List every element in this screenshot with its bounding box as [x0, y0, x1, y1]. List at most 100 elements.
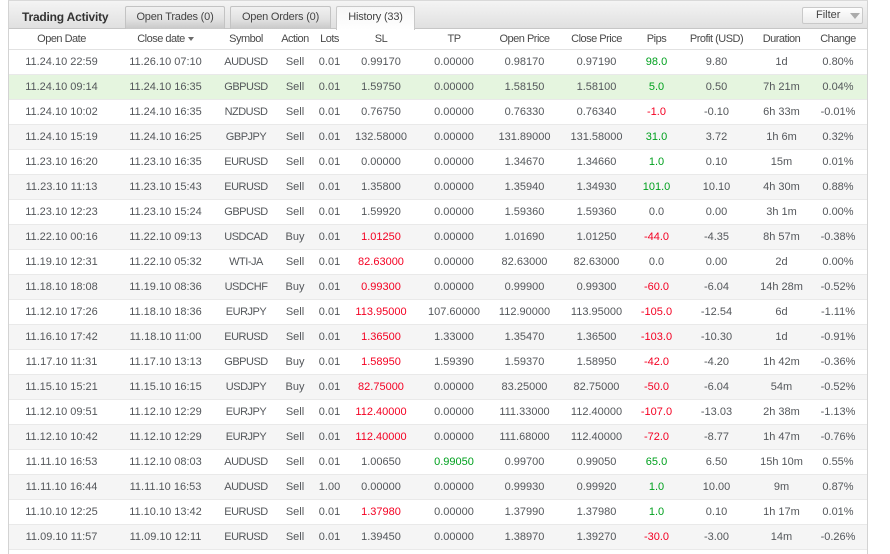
cell-symbol: NZDUSD — [217, 100, 275, 125]
cell-action: Sell — [275, 75, 315, 100]
table-row[interactable]: 11.12.10 17:2611.18.10 18:36EURJPYSell0.… — [9, 300, 867, 325]
filter-button[interactable]: Filter — [802, 7, 863, 24]
cell-close-date: 11.17.10 13:13 — [114, 350, 217, 375]
column-header-symbol[interactable]: Symbol — [217, 29, 275, 50]
cell-action: Sell — [275, 450, 315, 475]
cell-lots: 0.01 — [315, 325, 344, 350]
trading-activity-panel: Trading Activity Open Trades (0) Open Or… — [8, 0, 868, 554]
cell-profit: -8.77 — [679, 425, 754, 450]
cell-symbol: EURUSD — [217, 500, 275, 525]
cell-close-date: 11.23.10 16:35 — [114, 150, 217, 175]
cell-close-price: 0.76340 — [559, 100, 634, 125]
cell-open-price: 0.99930 — [490, 475, 559, 500]
cell-close-price: 0.99300 — [559, 275, 634, 300]
cell-action: Sell — [275, 250, 315, 275]
cell-sl: 112.40000 — [344, 400, 418, 425]
tab-open-orders[interactable]: Open Orders (0) — [230, 6, 331, 29]
cell-symbol: EURJPY — [217, 300, 275, 325]
column-header-action[interactable]: Action — [275, 29, 315, 50]
column-header-close-price[interactable]: Close Price — [559, 29, 634, 50]
cell-change: -1.13% — [809, 400, 867, 425]
cell-change: -0.26% — [809, 525, 867, 550]
cell-close-date: 11.22.10 09:13 — [114, 225, 217, 250]
cell-symbol: WTI-JA — [217, 250, 275, 275]
cell-close-date: 11.15.10 16:15 — [114, 375, 217, 400]
cell-duration: 8h 57m — [754, 225, 809, 250]
cell-tp: 1.33000 — [418, 325, 490, 350]
cell-profit: -10.30 — [679, 325, 754, 350]
column-header-sl[interactable]: SL — [344, 29, 418, 50]
tab-open-trades[interactable]: Open Trades (0) — [125, 6, 225, 29]
cell-close-price: 1.34930 — [559, 175, 634, 200]
cell-action: Sell — [275, 500, 315, 525]
table-row[interactable]: 11.24.10 22:5911.26.10 07:10AUDUSDSell0.… — [9, 50, 867, 75]
table-row[interactable]: 11.16.10 17:4211.18.10 11:00EURUSDSell0.… — [9, 325, 867, 350]
cell-action: Sell — [275, 475, 315, 500]
cell-pips: -42.0 — [634, 350, 679, 375]
cell-sl: 0.00000 — [344, 150, 418, 175]
cell-profit: 0.00 — [679, 200, 754, 225]
table-row[interactable]: 11.23.10 12:2311.23.10 15:24GBPUSDSell0.… — [9, 200, 867, 225]
cell-open-date: 11.23.10 16:20 — [9, 150, 114, 175]
column-header-pips[interactable]: Pips — [634, 29, 679, 50]
table-row[interactable]: 11.10.10 12:2511.10.10 13:42EURUSDSell0.… — [9, 500, 867, 525]
cell-open-price: 0.99700 — [490, 450, 559, 475]
table-row[interactable]: 11.22.10 00:1611.22.10 09:13USDCADBuy0.0… — [9, 225, 867, 250]
cell-open-date: 11.24.10 10:02 — [9, 100, 114, 125]
table-row[interactable]: 11.12.10 09:5111.12.10 12:29EURJPYSell0.… — [9, 400, 867, 425]
cell-sl: 1.39450 — [344, 525, 418, 550]
column-header-lots[interactable]: Lots — [315, 29, 344, 50]
table-row[interactable]: 11.24.10 09:1411.24.10 16:35GBPUSDSell0.… — [9, 75, 867, 100]
column-header-close-date[interactable]: Close date — [114, 29, 217, 50]
cell-symbol: AUDUSD — [217, 450, 275, 475]
column-header-tp[interactable]: TP — [418, 29, 490, 50]
cell-tp: 107.60000 — [418, 300, 490, 325]
cell-open-date: 11.24.10 15:19 — [9, 125, 114, 150]
cell-open-price: 1.59370 — [490, 350, 559, 375]
cell-change: -0.36% — [809, 350, 867, 375]
tab-history[interactable]: History (33) — [336, 6, 415, 30]
table-row[interactable]: 11.23.10 16:2011.23.10 16:35EURUSDSell0.… — [9, 150, 867, 175]
table-row[interactable]: 11.19.10 12:3111.22.10 05:32WTI-JASell0.… — [9, 250, 867, 275]
table-row[interactable]: 11.23.10 11:1311.23.10 15:43EURUSDSell0.… — [9, 175, 867, 200]
column-header-duration[interactable]: Duration — [754, 29, 809, 50]
cell-duration: 3h 1m — [754, 200, 809, 225]
cell-close-date: 11.12.10 08:03 — [114, 450, 217, 475]
cell-action: Sell — [275, 150, 315, 175]
cell-sl: 0.99170 — [344, 50, 418, 75]
table-row[interactable]: 11.15.10 15:2111.15.10 16:15USDJPYBuy0.0… — [9, 375, 867, 400]
column-header-profit[interactable]: Profit (USD) — [679, 29, 754, 50]
cell-close-date: 11.11.10 16:53 — [114, 475, 217, 500]
cell-pips: 1.0 — [634, 475, 679, 500]
cell-duration: 1h 17m — [754, 500, 809, 525]
column-header-change[interactable]: Change — [809, 29, 867, 50]
cell-open-price: 0.99900 — [490, 275, 559, 300]
table-row[interactable]: 11.17.10 11:3111.17.10 13:13GBPUSDBuy0.0… — [9, 350, 867, 375]
cell-open-date: 11.18.10 18:08 — [9, 275, 114, 300]
table-row[interactable]: 11.11.10 16:5311.12.10 08:03AUDUSDSell0.… — [9, 450, 867, 475]
table-row[interactable]: 11.24.10 15:1911.24.10 16:25GBPJPYSell0.… — [9, 125, 867, 150]
cell-lots: 0.01 — [315, 300, 344, 325]
table-row[interactable]: 11.11.10 16:4411.11.10 16:53AUDUSDSell1.… — [9, 475, 867, 500]
cell-lots: 0.01 — [315, 275, 344, 300]
cell-pips: 31.0 — [634, 125, 679, 150]
cell-open-date: 11.16.10 17:42 — [9, 325, 114, 350]
table-row[interactable]: 11.12.10 10:4211.12.10 12:29EURJPYSell0.… — [9, 425, 867, 450]
table-row[interactable]: 11.18.10 18:0811.19.10 08:36USDCHFBuy0.0… — [9, 275, 867, 300]
cell-change: 0.32% — [809, 125, 867, 150]
table-row[interactable]: 11.09.10 11:5711.09.10 12:11EURUSDSell0.… — [9, 525, 867, 550]
cell-change: 0.87% — [809, 475, 867, 500]
cell-profit: -0.10 — [679, 100, 754, 125]
column-header-open-price[interactable]: Open Price — [490, 29, 559, 50]
cell-open-price: 1.59360 — [490, 200, 559, 225]
cell-change: 0.01% — [809, 150, 867, 175]
cell-open-date: 11.15.10 15:21 — [9, 375, 114, 400]
table-row[interactable]: 11.24.10 10:0211.24.10 16:35NZDUSDSell0.… — [9, 100, 867, 125]
cell-open-price: 1.34670 — [490, 150, 559, 175]
cell-change: 0.88% — [809, 175, 867, 200]
cell-symbol: EURJPY — [217, 400, 275, 425]
cell-close-date: 11.24.10 16:35 — [114, 100, 217, 125]
cell-pips: -50.0 — [634, 375, 679, 400]
cell-lots: 0.01 — [315, 250, 344, 275]
cell-open-date: 11.23.10 11:13 — [9, 175, 114, 200]
